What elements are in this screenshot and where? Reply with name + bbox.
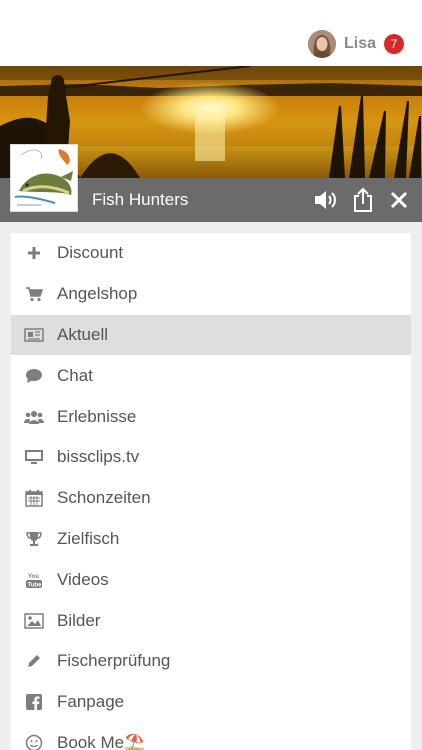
menu-item-label: Book Me⛱️ [57,732,146,750]
menu-item-label: bissclips.tv [57,447,140,467]
user-name[interactable]: Lisa [344,35,376,53]
notification-badge[interactable]: 7 [384,34,404,54]
close-icon[interactable] [385,186,413,214]
trophy-icon [11,519,57,559]
share-icon[interactable] [349,186,377,214]
menu-item-label: Aktuell [57,324,109,344]
menu-item-label: Zielfisch [57,528,120,548]
menu-item-label: Bilder [57,610,101,630]
menu-item-label: Erlebnisse [57,406,137,426]
page-title: Fish Hunters [92,190,189,209]
calendar-icon [11,478,57,518]
menu-item-label: Videos [57,569,109,589]
menu-item-label: Schonzeiten [57,488,151,508]
menu-item-fanpage[interactable]: Fanpage [11,682,411,723]
facebook-icon [11,682,57,722]
menu-item-bissclips[interactable]: bissclips.tv [11,437,411,478]
chat-bubble-icon [11,356,57,396]
menu-item-videos[interactable]: You Tube Videos [11,559,411,600]
menu-item-angelshop[interactable]: Angelshop [11,274,411,315]
navigation-menu: Discount Angelshop Aktuell Chat Erlebnis… [11,233,411,750]
menu-item-fischerpruefung[interactable]: Fischerprüfung [11,641,411,682]
user-menu[interactable]: Lisa 7 [307,29,404,59]
menu-item-label: Fischerprüfung [57,651,171,671]
svg-text:You: You [28,574,39,580]
speaker-icon[interactable] [312,186,340,214]
menu-item-bilder[interactable]: Bilder [11,600,411,641]
menu-item-schonzeiten[interactable]: Schonzeiten [11,478,411,519]
menu-item-label: Fanpage [57,692,125,712]
menu-item-zielfisch[interactable]: Zielfisch [11,519,411,560]
page-logo[interactable] [10,144,78,212]
svg-text:Tube: Tube [28,582,43,588]
menu-item-label: Angelshop [57,284,138,304]
cart-icon [11,274,57,314]
smiley-icon [11,723,57,750]
menu-item-chat[interactable]: Chat [11,355,411,396]
image-icon [11,601,57,641]
top-bar: Lisa 7 [0,0,422,66]
menu-item-book-me[interactable]: Book Me⛱️ [11,723,411,750]
menu-item-label: Discount [57,243,124,263]
pencil-icon [11,641,57,681]
youtube-icon: You Tube [11,560,57,600]
menu-item-erlebnisse[interactable]: Erlebnisse [11,396,411,437]
plus-icon [11,233,57,273]
menu-item-label: Chat [57,365,93,385]
menu-item-discount[interactable]: Discount [11,233,411,274]
newspaper-icon [11,315,57,355]
monitor-icon [11,437,57,477]
avatar[interactable] [307,30,336,58]
menu-item-aktuell[interactable]: Aktuell [11,314,411,356]
users-icon [11,397,57,437]
